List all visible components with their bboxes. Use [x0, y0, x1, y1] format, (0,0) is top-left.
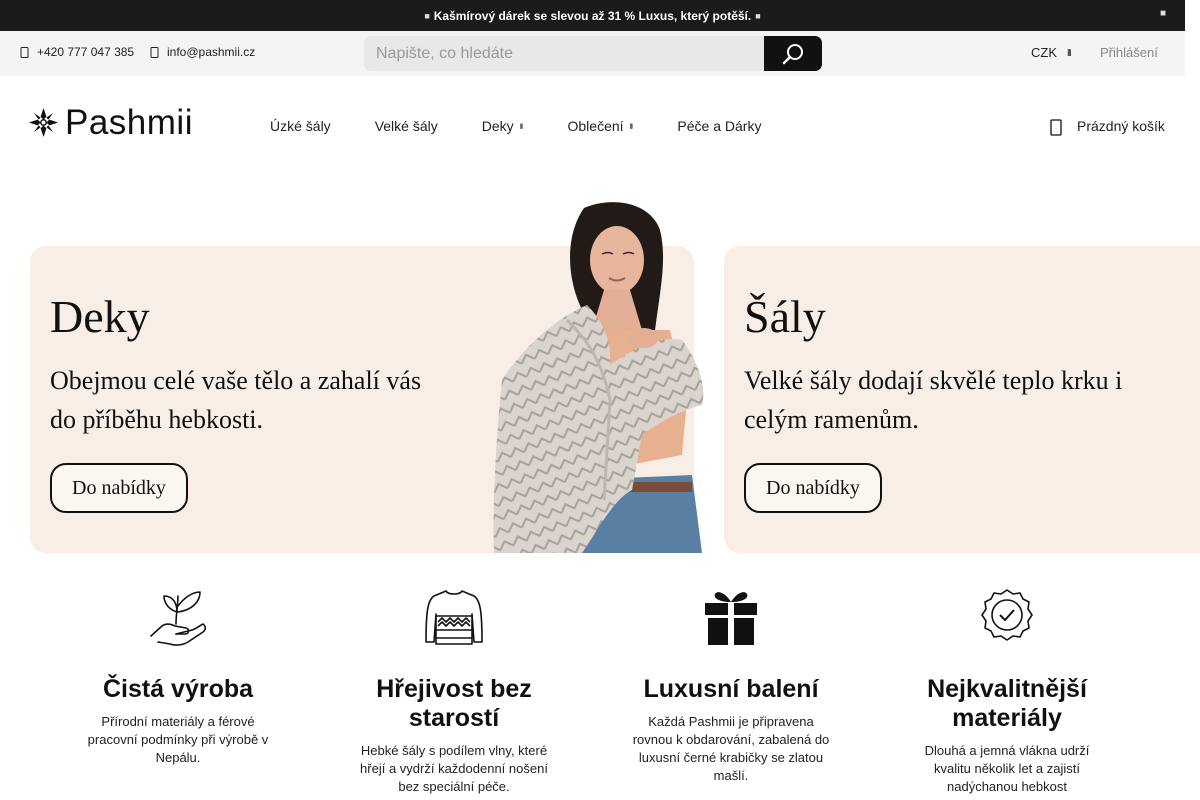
top-bar: +420 777 047 385 info@pashmii.cz CZK ▮ P…	[0, 31, 1185, 76]
feature-title: Čistá výroba	[102, 675, 254, 703]
card-text: Velké šály dodají skvělé teplo krku i ce…	[744, 366, 1123, 434]
cart-link[interactable]: Prázdný košík	[1050, 116, 1165, 136]
hand-plant-icon	[150, 591, 207, 646]
close-icon[interactable]: ■	[1160, 8, 1166, 19]
feature-luxury-packaging: Luxusní balení Každá Pashmii je připrave…	[631, 586, 831, 785]
phone-link[interactable]: +420 777 047 385	[20, 45, 134, 59]
chevron-down-icon: ▮	[629, 123, 634, 130]
nav-item-label: Velké šály	[374, 118, 438, 134]
email-link[interactable]: info@pashmii.cz	[150, 45, 255, 59]
nav-item-label: Deky	[481, 118, 514, 134]
feature-text: Dlouhá a jemná vlákna udrží kvalitu něko…	[924, 743, 1090, 794]
phone-number: +420 777 047 385	[37, 45, 135, 59]
shopping-bag-icon	[1050, 119, 1062, 136]
feature-quality-materials: Nejkvalitnější materiály Dlouhá a jemná …	[907, 586, 1107, 796]
card-cta-button[interactable]: Do nabídky	[50, 463, 188, 513]
cart-label: Prázdný košík	[1077, 118, 1165, 134]
currency-label: CZK	[1031, 45, 1057, 60]
search-form	[364, 36, 822, 71]
phone-icon	[20, 46, 29, 58]
nav-item-uzke-saly[interactable]: Úzké šály	[270, 118, 331, 134]
feature-text: Každá Pashmii je připravena rovnou k obd…	[632, 714, 830, 783]
search-icon	[782, 43, 803, 64]
mail-icon	[150, 46, 159, 58]
card-text: Obejmou celé vaše tělo a zahalí vás do p…	[50, 366, 422, 434]
feature-title: Luxusní balení	[643, 675, 819, 703]
main-nav: Úzké šály Velké šály Deky ▮ Oblečení ▮ P…	[270, 118, 761, 134]
woman-with-blanket-image	[493, 202, 704, 553]
nav-item-velke-saly[interactable]: Velké šály	[375, 118, 438, 134]
gift-icon	[705, 592, 757, 645]
feature-text: Přírodní materiály a férové pracovní pod…	[87, 714, 269, 765]
gift-small-icon: ■	[755, 10, 761, 21]
login-link[interactable]: Přihlášení	[1100, 45, 1158, 60]
nav-item-pece-a-darky[interactable]: Péče a Dárky	[677, 118, 761, 134]
feature-text: Hebké šály s podílem vlny, které hřejí a…	[360, 743, 548, 794]
logo-text: Pashmii	[65, 103, 193, 142]
card-cta-button[interactable]: Do nabídky	[744, 463, 882, 513]
promo-text: Kašmírový dárek se slevou až 31 % Luxus,…	[433, 8, 752, 23]
logo[interactable]: Pashmii	[28, 105, 193, 140]
sweater-icon	[425, 590, 483, 645]
chevron-down-icon: ▮	[1067, 47, 1072, 57]
nav-item-label: Péče a Dárky	[677, 118, 762, 134]
currency-selector[interactable]: CZK ▮	[1031, 45, 1072, 60]
chevron-down-icon: ▮	[519, 123, 524, 130]
promo-bar[interactable]: ■ Kašmírový dárek se slevou až 31 % Luxu…	[0, 0, 1185, 31]
feature-title: Hřejivost bez starostí	[376, 675, 532, 732]
email-address: info@pashmii.cz	[167, 45, 256, 59]
feature-clean-production: Čistá výroba Přírodní materiály a férové…	[78, 586, 278, 767]
quality-badge-icon	[981, 589, 1033, 641]
search-input[interactable]	[364, 36, 764, 71]
feature-warmth: Hřejivost bez starostí Hebké šály s podí…	[354, 586, 554, 796]
nav-item-deky[interactable]: Deky ▮	[482, 118, 524, 134]
gift-small-icon: ■	[424, 10, 430, 21]
nav-item-label: Úzké šály	[270, 118, 331, 134]
nav-item-label: Oblečení	[567, 118, 624, 134]
feature-title: Nejkvalitnější materiály	[927, 675, 1087, 732]
card-title: Deky	[50, 291, 150, 342]
hero-card-saly: Šály Velké šály dodají skvělé teplo krku…	[724, 246, 1200, 553]
logo-flower-icon	[28, 107, 59, 138]
search-button[interactable]	[764, 36, 822, 71]
card-title: Šály	[744, 291, 826, 342]
nav-item-obleceni[interactable]: Oblečení ▮	[568, 118, 634, 134]
